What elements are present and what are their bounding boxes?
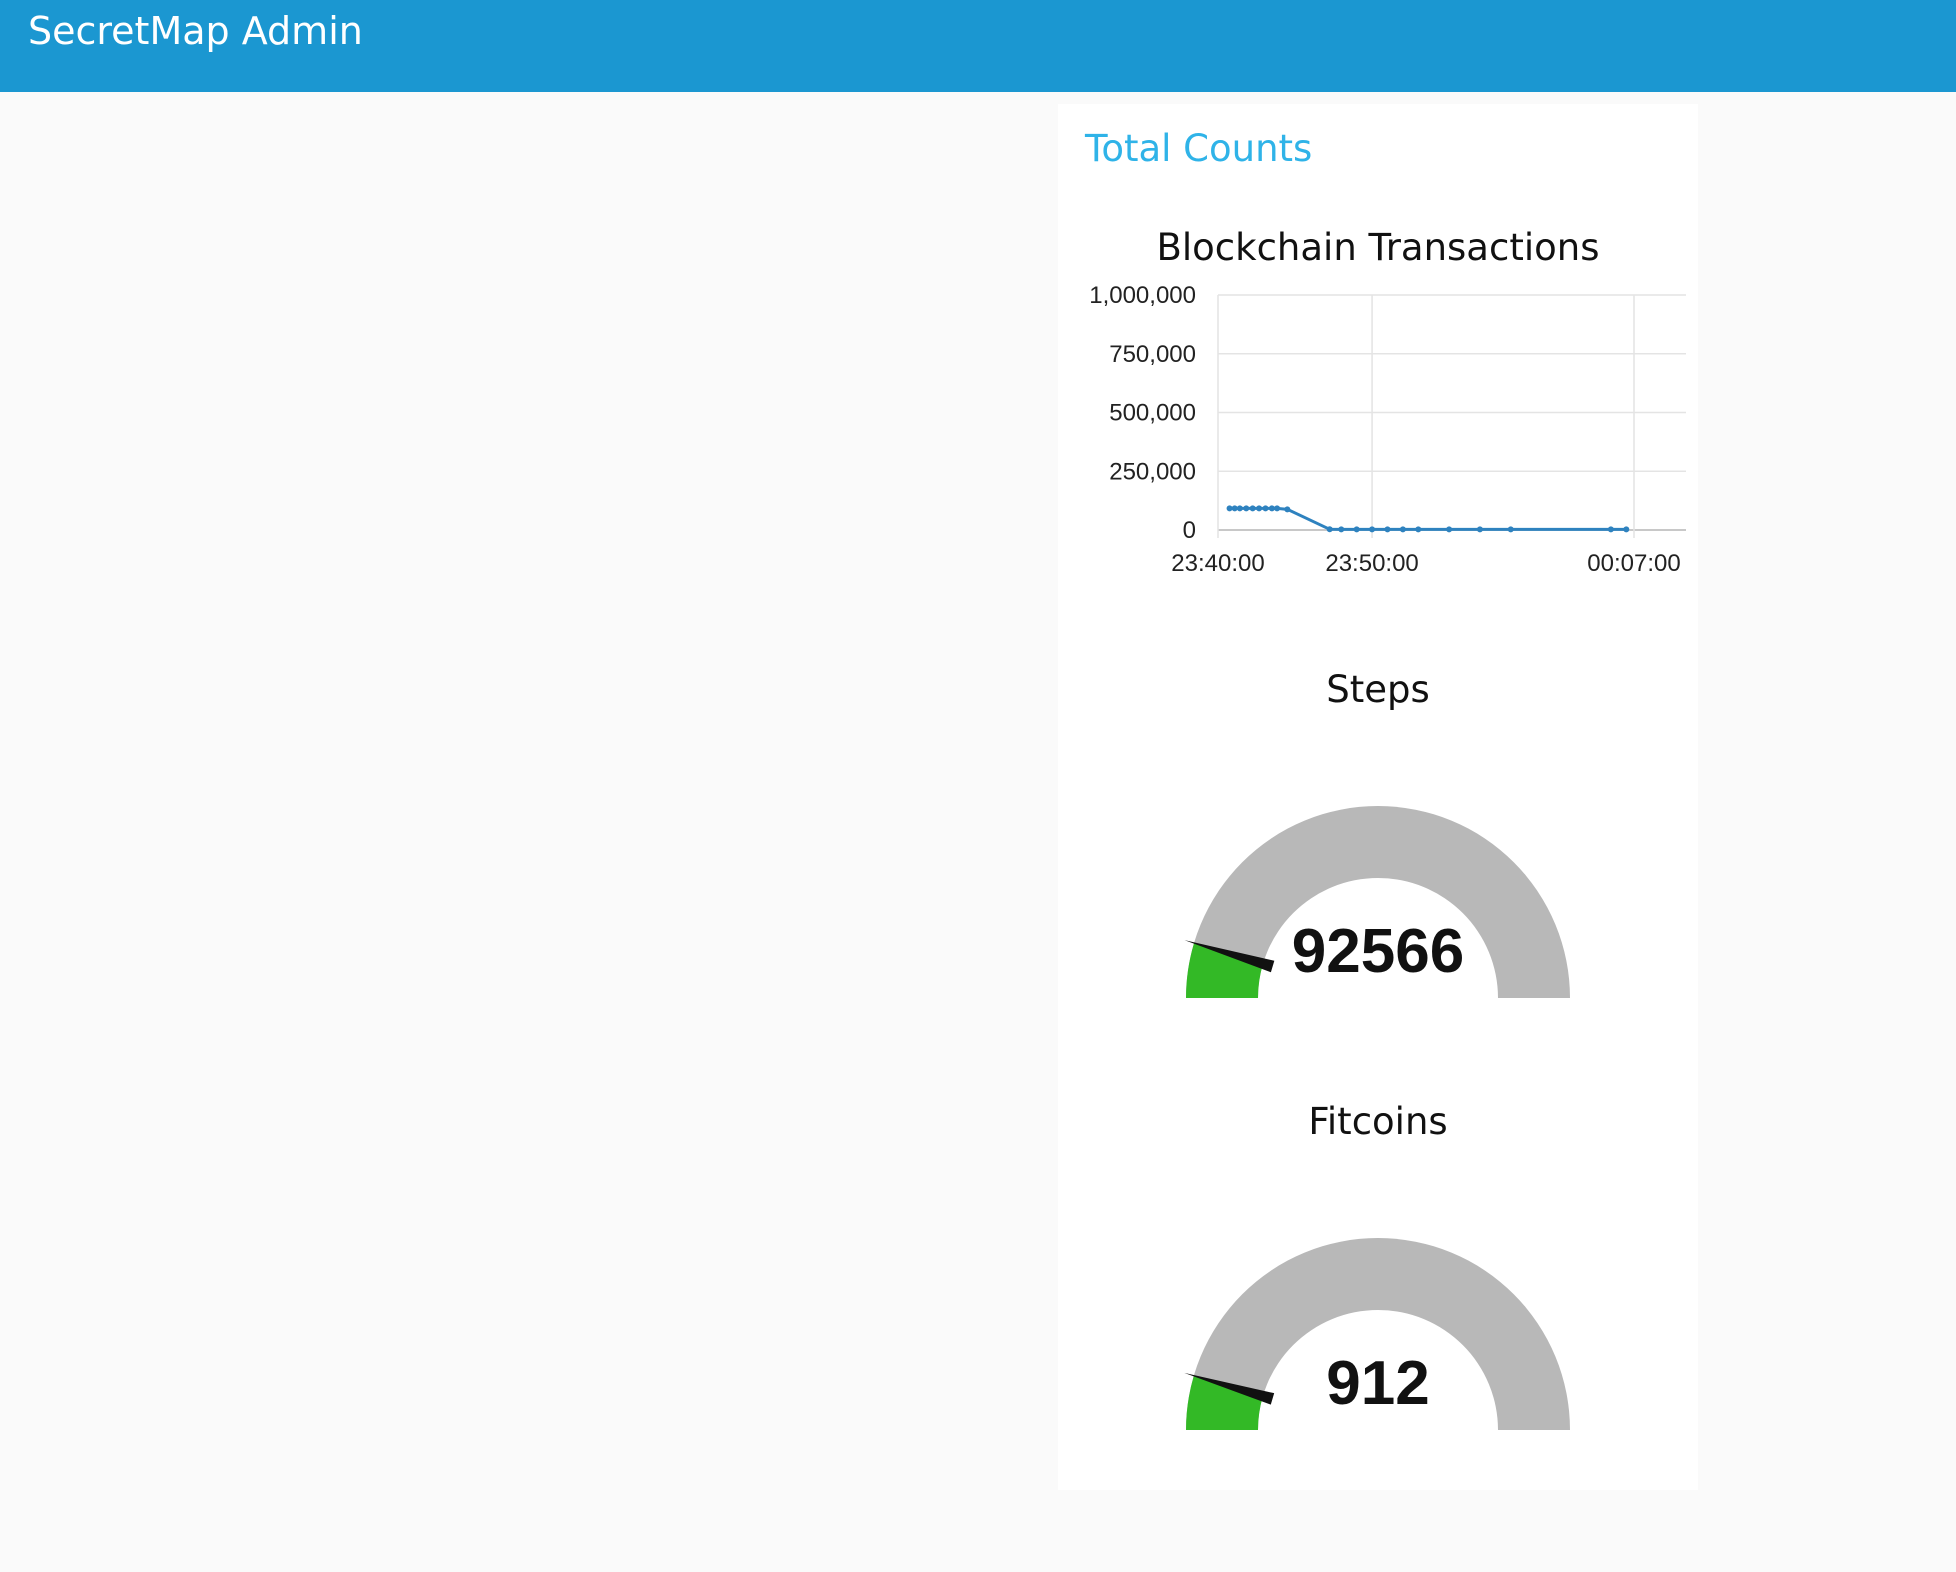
chart-data-point bbox=[1384, 526, 1391, 533]
chart-y-tick-label: 1,000,000 bbox=[1089, 282, 1196, 309]
chart-grid bbox=[1217, 294, 1686, 538]
total-counts-panel: Total Counts Blockchain Transactions 0 25… bbox=[1058, 104, 1698, 1490]
chart-data-point bbox=[1262, 505, 1269, 512]
gauge-max-label: 10000 bbox=[1503, 1443, 1564, 1446]
chart-data-point bbox=[1338, 526, 1345, 533]
chart-y-tick-label: 500,000 bbox=[1109, 400, 1196, 427]
chart-y-tick-label: 250,000 bbox=[1109, 458, 1196, 485]
chart-data-point bbox=[1623, 526, 1630, 533]
chart-x-tick-label: 23:40:00 bbox=[1171, 550, 1264, 577]
chart-data-point bbox=[1226, 505, 1233, 512]
chart-data-point bbox=[1249, 505, 1256, 512]
chart-data-point bbox=[1236, 505, 1243, 512]
chart-data-point bbox=[1231, 505, 1238, 512]
gauge-max-label: 1000000 bbox=[1491, 1011, 1577, 1014]
chart-data-point bbox=[1399, 526, 1406, 533]
steps-gauge: 92566 0 1000000 bbox=[1184, 806, 1577, 1014]
chart-data-point bbox=[1369, 526, 1376, 533]
chart-data-point bbox=[1243, 505, 1250, 512]
top-app-bar: SecretMap Admin bbox=[0, 0, 1956, 92]
chart-data-point bbox=[1415, 526, 1422, 533]
gauge-value: 912 bbox=[1326, 1349, 1429, 1418]
gauge-value: 92566 bbox=[1292, 917, 1464, 986]
chart-data-point bbox=[1353, 526, 1360, 533]
chart-data-point bbox=[1607, 526, 1614, 533]
chart-x-ticks: 23:40:00 23:50:00 00:07:00 bbox=[1171, 550, 1680, 577]
chart-y-tick-label: 0 bbox=[1183, 517, 1196, 544]
panel-title: Total Counts bbox=[1085, 127, 1313, 170]
chart-data-point bbox=[1268, 505, 1275, 512]
chart-data-point bbox=[1507, 526, 1514, 533]
fitcoins-gauge: 912 0 10000 bbox=[1184, 1238, 1570, 1446]
app-title: SecretMap Admin bbox=[28, 9, 363, 53]
chart-x-tick-label: 00:07:00 bbox=[1587, 550, 1680, 577]
gauge-min-label: 0 bbox=[1216, 1443, 1228, 1446]
chart-x-tick-label: 23:50:00 bbox=[1325, 550, 1418, 577]
chart-series bbox=[1226, 505, 1630, 533]
chart-data-point bbox=[1446, 526, 1453, 533]
chart-y-tick-label: 750,000 bbox=[1109, 341, 1196, 368]
chart-data-point bbox=[1256, 505, 1263, 512]
chart-data-point bbox=[1326, 526, 1333, 533]
chart-title: Blockchain Transactions bbox=[1156, 226, 1600, 269]
chart-y-ticks: 0 250,000 500,000 750,000 1,000,000 bbox=[1089, 282, 1196, 544]
gauge-min-label: 0 bbox=[1216, 1011, 1228, 1014]
fitcoins-gauge-title: Fitcoins bbox=[1308, 1100, 1448, 1143]
chart-data-point bbox=[1284, 506, 1291, 513]
chart-data-point bbox=[1274, 505, 1281, 512]
blockchain-transactions-chart: 0 250,000 500,000 750,000 1,000,000 23:40:00… bbox=[1089, 282, 1686, 577]
chart-data-point bbox=[1476, 526, 1483, 533]
steps-gauge-title: Steps bbox=[1326, 668, 1430, 711]
